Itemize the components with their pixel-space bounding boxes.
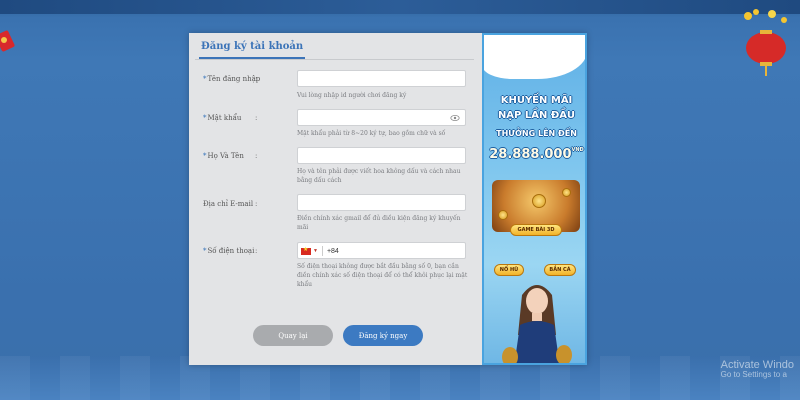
promo-model-illustration [502, 285, 572, 363]
username-input[interactable] [297, 70, 466, 87]
register-form: Đăng ký tài khoản *Tên đăng nhập : Vui l… [189, 33, 482, 365]
password-input[interactable] [297, 109, 466, 126]
required-marker: * [203, 247, 207, 255]
email-colon: : [255, 200, 258, 208]
password-colon: : [255, 114, 258, 122]
username-label: *Tên đăng nhập [203, 75, 261, 83]
prefix-divider [321, 246, 323, 256]
required-marker: * [203, 114, 207, 122]
back-button[interactable]: Quay lại [253, 325, 333, 346]
phone-label: *Số điện thoại [203, 247, 255, 255]
fullname-input[interactable] [297, 147, 466, 164]
country-code: +84 [326, 247, 339, 255]
tab-divider [195, 59, 474, 60]
password-hint: Mật khẩu phải từ 8~20 ký tự, bao gồm chữ… [297, 130, 446, 137]
username-colon: : [255, 75, 258, 83]
promo-title-line1: KHUYẾN MÃI [500, 95, 573, 106]
red-envelope-icon [0, 30, 15, 52]
email-label: Địa chỉ E-mail [203, 200, 254, 208]
promo-amount: 28.888.000VNĐ [484, 147, 585, 162]
coin-icon [562, 188, 571, 197]
fullname-colon: : [255, 152, 258, 160]
lantern-icon [744, 9, 787, 76]
promo-amount-value: 28.888.000 [489, 147, 572, 162]
phone-hint: Số điện thoại không được bắt đầu bằng số… [297, 263, 468, 288]
promo-subtitle: THƯỞNG LÊN ĐẾN [496, 129, 577, 138]
country-code-selector[interactable]: ▼ +84 [301, 245, 339, 257]
fullname-hint: Họ và tên phải được viết hoa không dấu v… [297, 168, 461, 184]
eye-icon[interactable] [450, 113, 460, 123]
chevron-down-icon: ▼ [313, 248, 318, 254]
promo-title-line2: NẠP LẦN ĐẦU [497, 110, 576, 121]
password-label: *Mật khẩu [203, 114, 242, 122]
tab-register[interactable]: Đăng ký tài khoản [199, 39, 306, 59]
activate-windows-watermark: Activate Windo Go to Settings to a [721, 359, 794, 380]
promo-banner[interactable]: KHUYẾN MÃI NẠP LẦN ĐẦU THƯỞNG LÊN ĐẾN 28… [482, 33, 587, 365]
promo-banner-top [484, 35, 585, 79]
register-dialog: Đăng ký tài khoản *Tên đăng nhập : Vui l… [189, 33, 587, 365]
email-input[interactable] [297, 194, 466, 211]
email-hint: Điền chính xác gmail để đủ điều kiện đăn… [297, 215, 461, 231]
register-button[interactable]: Đăng ký ngay [343, 325, 423, 346]
required-marker: * [203, 75, 207, 83]
watermark-subtitle: Go to Settings to a [720, 370, 787, 380]
promo-amount-unit: VNĐ [571, 147, 584, 153]
coin-icon [532, 194, 546, 208]
username-hint: Vui lòng nhập id người chơi đăng ký [297, 92, 407, 99]
required-marker: * [203, 152, 207, 160]
fullname-label: *Họ Và Tên [203, 152, 244, 160]
phone-colon: : [255, 247, 258, 255]
top-banner-strip [0, 0, 800, 14]
vietnam-flag-icon [301, 246, 311, 255]
game-badge-card[interactable]: GAME BÀI 3D [510, 224, 562, 236]
phone-input[interactable]: ▼ +84 [297, 242, 466, 259]
coin-icon [498, 210, 508, 220]
